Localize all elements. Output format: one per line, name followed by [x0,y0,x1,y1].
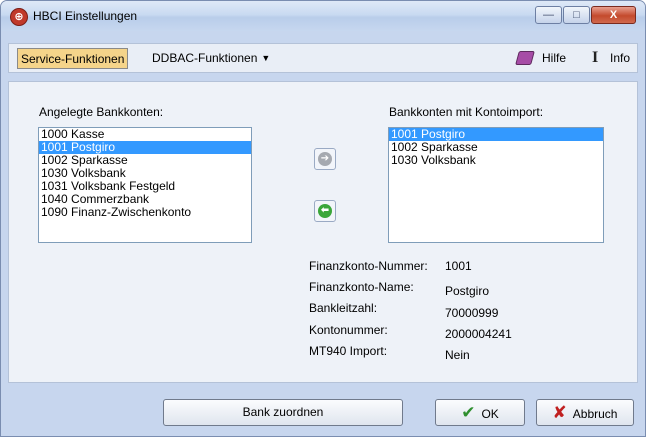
add-to-import-button[interactable]: ➔ [314,148,336,170]
kontonummer-value: 2000004241 [445,327,512,341]
right-list-label: Bankkonten mit Kontoimport: [389,105,544,119]
menu-ddbac-label: DDBAC-Funktionen [152,51,258,65]
titlebar: ⊕ HBCI Einstellungen — □ X [1,1,645,31]
main-panel: Angelegte Bankkonten: 1000 Kasse 1001 Pos… [8,81,638,383]
bankleitzahl-value: 70000999 [445,306,499,320]
abbruch-button[interactable]: ✘ Abbruch [536,399,634,426]
ok-label: OK [481,407,499,421]
mt940-import-value: Nein [445,348,470,362]
menu-ddbac-funktionen[interactable]: DDBAC-Funktionen ▼ [149,48,273,69]
angelegte-bankkonten-list[interactable]: 1000 Kasse 1001 Postgiro 1002 Sparkasse 103… [38,127,252,243]
finanzkonto-name-value: Postgiro [445,284,490,298]
kontonummer-label: Kontonummer: [309,323,388,337]
checkmark-icon: ✔ [461,403,476,422]
minimize-button[interactable]: — [535,6,562,24]
menu-hilfe[interactable]: Hilfe [539,48,569,69]
window: ⊕ HBCI Einstellungen — □ X Service-Funkt… [0,0,646,437]
app-icon: ⊕ [10,8,28,26]
abbruch-label: Abbruch [572,407,618,421]
menu-info[interactable]: Info [607,48,633,69]
remove-from-import-button[interactable]: ⬅ [314,200,336,222]
finanzkonto-nummer-value: 1001 [445,259,472,273]
bank-zuordnen-button[interactable]: Bank zuordnen [163,399,403,426]
bankkonten-mit-kontoimport-list[interactable]: 1001 Postgiro 1002 Sparkasse 1030 Volksban… [388,127,604,243]
finanzkonto-nummer-label: Finanzkonto-Nummer: [309,259,428,273]
menu-service-funktionen[interactable]: Service-Funktionen [17,48,129,69]
ok-button[interactable]: ✔ OK [435,399,525,426]
left-list-label: Angelegte Bankkonten: [39,105,164,119]
maximize-button[interactable]: □ [563,6,590,24]
list-item[interactable]: 1090 Finanz-Zwischenkonto [39,206,251,219]
list-item[interactable]: 1030 Volksbank [389,154,603,167]
finanzkonto-name-label: Finanzkonto-Name: [309,280,414,294]
help-book-icon[interactable] [515,51,535,65]
mt940-import-label: MT940 Import: [309,344,388,358]
close-button[interactable]: X [591,6,636,24]
menubar: Service-Funktionen DDBAC-Funktionen ▼ Hil… [8,43,638,73]
arrow-right-icon: ➔ [318,152,332,166]
cancel-x-icon: ✘ [552,403,567,422]
info-icon[interactable]: I [592,49,598,67]
bankleitzahl-label: Bankleitzahl: [309,301,378,315]
window-title: HBCI Einstellungen [33,9,138,23]
arrow-left-icon: ⬅ [318,204,332,218]
chevron-down-icon: ▼ [261,53,271,64]
